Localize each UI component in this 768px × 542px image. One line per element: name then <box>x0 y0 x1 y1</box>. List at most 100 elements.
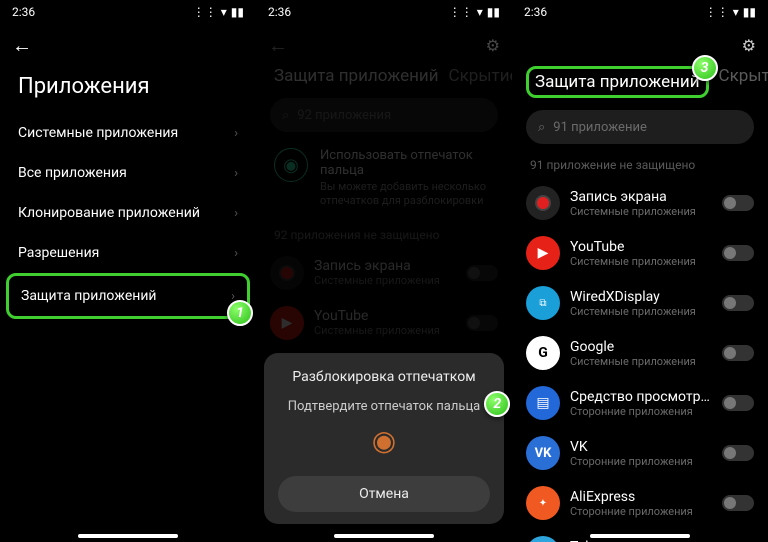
header: ← <box>0 24 256 66</box>
app-icon: ▶ <box>270 306 304 340</box>
toggle[interactable] <box>722 395 754 411</box>
section-label: 91 приложение не защищено <box>512 154 768 178</box>
toggle[interactable] <box>722 445 754 461</box>
wifi-icon: ▾ <box>733 5 739 19</box>
nav-bar[interactable] <box>590 534 690 538</box>
chevron-icon: › <box>234 126 238 141</box>
modal-subtitle: Подтвердите отпечаток пальца <box>288 399 480 414</box>
app-name: Средство просмотра док… <box>570 389 712 405</box>
header: ← ⚙ <box>256 24 512 66</box>
highlight-app-lock: Защита приложений› 1 <box>6 273 250 319</box>
gear-icon[interactable]: ⚙ <box>742 36 756 55</box>
back-icon[interactable]: ← <box>12 33 32 58</box>
back-icon[interactable]: ← <box>268 33 288 58</box>
battery-icon: ▮▮ <box>743 5 756 19</box>
app-row[interactable]: ▤ Средство просмотра док…Сторонние прилож… <box>512 378 768 428</box>
app-icon <box>270 256 304 290</box>
screen-applock-locked: 2:36 ⋮⋮▾▮▮ ← ⚙ Защита приложений Скрытие… <box>256 0 512 542</box>
status-icons: ⋮⋮▾▮▮ <box>449 5 500 19</box>
app-sub: Сторонние приложения <box>570 505 712 518</box>
step-badge-3: 3 <box>692 55 718 81</box>
menu-app-lock[interactable]: Защита приложений› <box>9 276 247 316</box>
tab-app-lock[interactable]: Защита приложений <box>535 72 700 92</box>
toggle[interactable] <box>722 295 754 311</box>
status-icons: ⋮⋮ ▾ ▮▮ <box>705 5 756 19</box>
battery-icon: ▮▮ <box>231 5 244 19</box>
app-icon: VK <box>526 436 560 470</box>
status-bar: 2:36 ⋮⋮ ▾ ▮▮ <box>0 0 256 24</box>
tab-app-lock[interactable]: Защита приложений <box>274 66 439 86</box>
fingerprint-scan-icon[interactable]: ◉ <box>364 420 404 460</box>
menu-system-apps[interactable]: Системные приложения› <box>0 113 256 153</box>
app-row[interactable]: ▶ YouTubeСистемные приложения <box>512 228 768 278</box>
app-name: Запись экрана <box>570 189 712 205</box>
menu-all-apps[interactable]: Все приложения› <box>0 153 256 193</box>
app-row[interactable]: VKVKСторонние приложения <box>512 428 768 478</box>
tabs: Защита приложений Скрытие приложений <box>256 66 512 86</box>
app-row[interactable]: ✦AliExpressСторонние приложения <box>512 478 768 528</box>
fingerprint-modal: Разблокировка отпечатком Подтвердите отп… <box>264 353 504 524</box>
modal-title: Разблокировка отпечатком <box>278 369 490 385</box>
app-name: Google <box>570 339 712 355</box>
app-row[interactable]: Запись экранаСистемные приложения <box>256 248 512 298</box>
toggle[interactable] <box>466 265 498 281</box>
app-sub: Сторонние приложения <box>570 455 712 468</box>
cancel-button[interactable]: Отмена <box>278 476 490 512</box>
app-name: WiredXDisplay <box>570 289 712 305</box>
tabs: Защита приложений 3 Скрытие приложений <box>512 66 768 98</box>
signal-icon: ⋮⋮ <box>193 5 217 19</box>
toggle[interactable] <box>722 245 754 261</box>
app-name: YouTube <box>570 239 712 255</box>
step-badge-2: 2 <box>484 391 510 417</box>
chevron-icon: › <box>234 246 238 261</box>
app-row[interactable]: G GoogleСистемные приложения <box>512 328 768 378</box>
screen-apps: 2:36 ⋮⋮ ▾ ▮▮ ← Приложения Системные прил… <box>0 0 256 542</box>
app-icon: ➤ <box>526 536 560 542</box>
battery-icon: ▮▮ <box>487 5 500 19</box>
app-row[interactable]: ⧉ WiredXDisplayСистемные приложения <box>512 278 768 328</box>
app-name: VK <box>570 439 712 455</box>
app-sub: Системные приложения <box>570 355 712 368</box>
app-sub: Системные приложения <box>570 305 712 318</box>
app-icon: ✦ <box>526 486 560 520</box>
app-icon: G <box>526 336 560 370</box>
app-icon: ⧉ <box>526 286 560 320</box>
app-sub: Системные приложения <box>570 205 712 218</box>
search-input[interactable]: ⌕92 приложения <box>270 98 498 132</box>
app-row[interactable]: Запись экранаСистемные приложения <box>512 178 768 228</box>
search-input[interactable]: ⌕91 приложение <box>526 110 754 144</box>
menu-permissions[interactable]: Разрешения› <box>0 233 256 273</box>
chevron-icon: › <box>234 166 238 181</box>
fingerprint-banner[interactable]: ◉ Использовать отпечаток пальца Вы может… <box>270 142 498 214</box>
highlight-tab: Защита приложений 3 <box>526 66 709 98</box>
app-sub: Системные приложения <box>570 255 712 268</box>
app-icon: ▶ <box>526 236 560 270</box>
section-label: 92 приложения не защищено <box>256 224 512 248</box>
toggle[interactable] <box>722 495 754 511</box>
app-name: Telegram <box>570 539 712 542</box>
toggle[interactable] <box>722 195 754 211</box>
clock: 2:36 <box>12 5 35 19</box>
nav-bar[interactable] <box>334 534 434 538</box>
nav-bar[interactable] <box>78 534 178 538</box>
app-icon: ▤ <box>526 386 560 420</box>
signal-icon: ⋮⋮ <box>705 5 729 19</box>
gear-icon[interactable]: ⚙ <box>486 36 500 55</box>
tab-hide-apps[interactable]: Скрытие приложений <box>719 66 768 98</box>
toggle[interactable] <box>466 315 498 331</box>
toggle[interactable] <box>722 345 754 361</box>
app-sub: Сторонние приложения <box>570 405 712 418</box>
header: ⚙ <box>512 24 768 66</box>
wifi-icon: ▾ <box>221 5 227 19</box>
wifi-icon: ▾ <box>477 5 483 19</box>
step-badge-1: 1 <box>227 300 253 326</box>
app-row[interactable]: ▶YouTubeСистемные приложения <box>256 298 512 348</box>
fingerprint-icon: ◉ <box>274 148 308 182</box>
status-icons: ⋮⋮ ▾ ▮▮ <box>193 5 244 19</box>
status-bar: 2:36 ⋮⋮▾▮▮ <box>256 0 512 24</box>
chevron-icon: › <box>234 206 238 221</box>
menu-clone-apps[interactable]: Клонирование приложений› <box>0 193 256 233</box>
clock: 2:36 <box>268 5 291 19</box>
search-icon: ⌕ <box>282 108 289 123</box>
tab-hide-apps[interactable]: Скрытие приложений <box>449 66 512 86</box>
